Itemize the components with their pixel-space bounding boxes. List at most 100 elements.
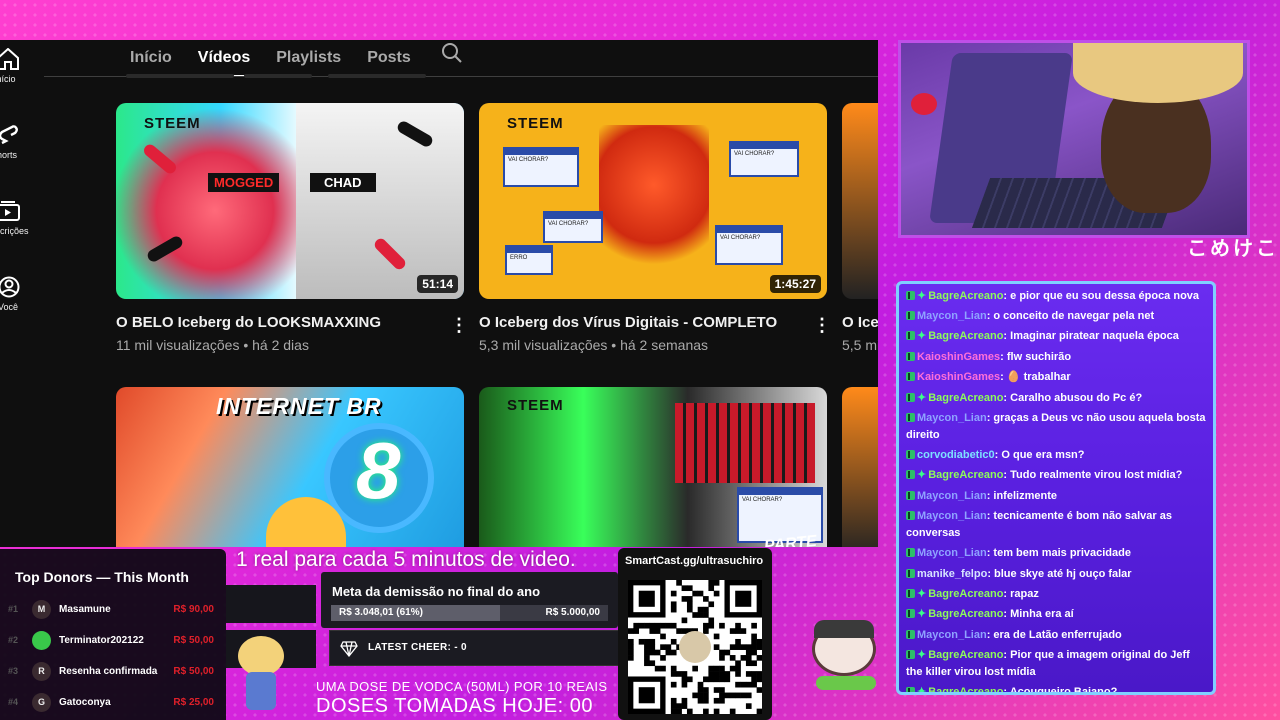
thumb-number: 8 <box>356 426 401 515</box>
chat-username[interactable]: KaioshinGames <box>917 351 1000 363</box>
rail-item-you[interactable]: Você <box>0 276 40 312</box>
chat-text: : e pior que eu sou dessa época nova <box>1003 290 1200 302</box>
thumb-art <box>675 403 815 483</box>
badge-icon <box>906 291 915 300</box>
home-icon <box>0 48 19 70</box>
chat-message: KaioshinGames: 🥚 trabalhar <box>906 369 1207 386</box>
donor-rank: #3 <box>8 666 19 676</box>
error-popup: VAI CHORAR? <box>503 147 579 187</box>
badge-icon <box>906 311 915 320</box>
chat-username[interactable]: BagreAcreano <box>928 469 1003 481</box>
tab-playlists[interactable]: Playlists <box>276 49 341 67</box>
filter-chip[interactable] <box>328 74 426 78</box>
badge-icon <box>906 352 915 361</box>
video-thumbnail[interactable]: STEEM VAI CHORAR? VAI CHORAR? VAI CHORAR… <box>479 103 827 299</box>
tab-videos[interactable]: Vídeos <box>195 49 253 77</box>
qr-label: SmartCast.gg/ultrasuchiro <box>625 555 764 567</box>
chat-username[interactable]: BagreAcreano <box>928 649 1003 661</box>
chat-username[interactable]: BagreAcreano <box>928 588 1003 600</box>
chat-username[interactable]: Maycon_Lian <box>917 412 987 424</box>
donor-amount: R$ 50,00 <box>173 635 214 646</box>
more-options-icon[interactable]: ⋮ <box>813 316 831 334</box>
video-title[interactable]: O Ice <box>842 314 878 331</box>
chat-message: ✦ BagreAcreano: Açougueiro Baiano? <box>906 684 1207 695</box>
chat-message: KaioshinGames: flw suchirão <box>906 349 1207 366</box>
avatar: M <box>32 600 51 619</box>
chat-username[interactable]: Maycon_Lian <box>917 510 987 522</box>
donation-banner: 1 real para cada 5 minutos de video. <box>236 548 576 571</box>
chat-username[interactable]: Maycon_Lian <box>917 547 987 559</box>
video-thumbnail[interactable]: INTERNET BR 8 <box>116 387 464 547</box>
mascot-sticker <box>232 630 290 718</box>
donor-name: Resenha confirmada <box>59 666 158 677</box>
sparkle-icon: ✦ <box>917 608 927 620</box>
filter-chip[interactable] <box>244 74 312 78</box>
sparkle-icon: ✦ <box>917 290 927 302</box>
youtube-channel-page: Início Shorts Inscrições Você Início Víd… <box>0 40 878 547</box>
badge-icon <box>906 393 915 402</box>
video-thumbnail[interactable] <box>842 387 878 547</box>
error-popup: VAI CHORAR? <box>729 141 799 177</box>
video-meta: 5,5 mi <box>842 337 878 353</box>
video-thumbnail[interactable]: STEEM VAI CHORAR? PARTE 2 <box>479 387 827 547</box>
search-icon[interactable] <box>441 42 463 64</box>
chat-text: : era de Latão enferrujado <box>986 629 1122 641</box>
filter-chip[interactable] <box>126 74 234 78</box>
chat-username[interactable]: BagreAcreano <box>928 686 1003 692</box>
video-thumbnail[interactable] <box>842 103 878 299</box>
goal-current: R$ 3.048,01 (61%) <box>339 607 423 618</box>
donor-row: #2 Terminator202122 R$ 50,00 <box>6 630 214 652</box>
badge-icon <box>906 372 915 381</box>
chat-text: : Tudo realmente virou lost mídia? <box>1003 469 1183 481</box>
error-popup: VAI CHORAR? <box>715 225 783 265</box>
video-title[interactable]: O Iceberg dos Vírus Digitais - COMPLETO <box>479 314 777 331</box>
chat-message: ✦ BagreAcreano: Minha era aí <box>906 606 1207 623</box>
latest-cheer: LATEST CHEER: - 0 <box>329 630 619 666</box>
more-options-icon[interactable]: ⋮ <box>450 316 468 334</box>
video-title[interactable]: O BELO Iceberg do LOOKSMAXXING <box>116 314 381 331</box>
chat-username[interactable]: Maycon_Lian <box>917 629 987 641</box>
chat-username[interactable]: KaioshinGames <box>917 371 1000 383</box>
chat-text: : 🥚 trabalhar <box>1000 371 1071 383</box>
donors-title: Top Donors — This Month <box>15 569 189 585</box>
chat-username[interactable]: Maycon_Lian <box>917 310 987 322</box>
rail-item-home[interactable]: Início <box>0 48 40 84</box>
tab-posts[interactable]: Posts <box>367 49 411 67</box>
rail-label: Você <box>0 302 19 312</box>
chat-message: Maycon_Lian: tem bem mais privacidade <box>906 545 1207 562</box>
error-popup: VAI CHORAR? <box>543 211 603 243</box>
video-thumbnail[interactable]: STEEM MOGGED CHAD 51:14 <box>116 103 464 299</box>
avatar-hair <box>1073 43 1243 103</box>
sparkle-icon: ✦ <box>917 686 927 695</box>
thumb-art <box>296 103 464 299</box>
chat-username[interactable]: manike_felpo <box>917 568 987 580</box>
chat-username[interactable]: BagreAcreano <box>928 330 1003 342</box>
chat-username[interactable]: BagreAcreano <box>928 290 1003 302</box>
chat-username[interactable]: Maycon_Lian <box>917 490 987 502</box>
profile-icon <box>0 276 20 298</box>
video-meta: 11 mil visualizações • há 2 dias <box>116 337 309 353</box>
thumb-brand: STEEM <box>507 115 564 132</box>
rail-item-shorts[interactable]: Shorts <box>0 124 40 160</box>
rail-item-subscriptions[interactable]: Inscrições <box>0 200 40 236</box>
chat-message: corvodiabetic0: O que era msn? <box>906 447 1207 464</box>
chat-message: Maycon_Lian: infelizmente <box>906 488 1207 505</box>
chat-username[interactable]: BagreAcreano <box>928 608 1003 620</box>
video-duration: 51:14 <box>417 275 458 293</box>
thumb-art <box>116 103 296 299</box>
donor-amount: R$ 50,00 <box>173 666 214 677</box>
chat-message: ✦ BagreAcreano: Pior que a imagem origina… <box>906 647 1207 681</box>
chat-username[interactable]: BagreAcreano <box>928 392 1003 404</box>
badge-icon <box>906 687 915 692</box>
error-popup: ERRO <box>505 245 553 275</box>
dose-counter: DOSES TOMADAS HOJE: 00 <box>316 695 594 717</box>
chat-text: : rapaz <box>1003 588 1039 600</box>
chat-text: : infelizmente <box>986 490 1057 502</box>
chat-username[interactable]: corvodiabetic0 <box>917 449 995 461</box>
tab-home[interactable]: Início <box>130 49 172 67</box>
chat-message: manike_felpo: blue skye até hj ouço fala… <box>906 566 1207 583</box>
thumb-brand: STEEM <box>144 115 201 132</box>
donor-row: #1 M Masamune R$ 90,00 <box>6 599 214 621</box>
goal-title: Meta da demissão no final do ano <box>332 584 541 599</box>
donor-name: Terminator202122 <box>59 635 144 646</box>
